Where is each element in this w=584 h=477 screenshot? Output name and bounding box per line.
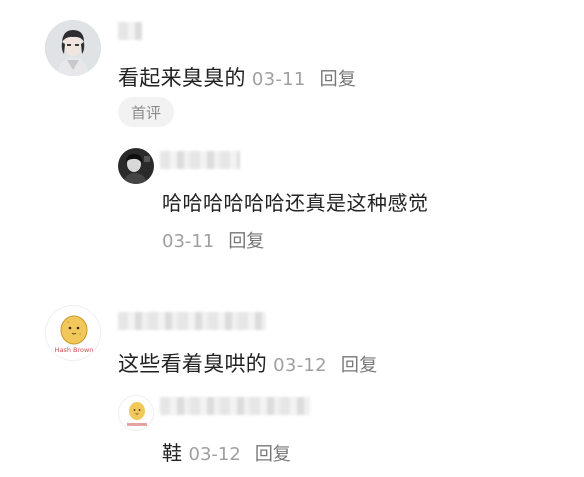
user-avatar[interactable] bbox=[45, 20, 101, 76]
username-blurred[interactable] bbox=[118, 312, 266, 330]
reply-meta: 03-11 回复 bbox=[156, 227, 264, 253]
first-comment-badge: 首评 bbox=[118, 97, 174, 127]
reply-content[interactable]: 鞋 03-12 回复 bbox=[162, 437, 291, 466]
reply-button[interactable]: 回复 bbox=[228, 231, 264, 252]
reply-date: 03-11 bbox=[162, 231, 215, 252]
reply-user-avatar[interactable] bbox=[118, 148, 154, 184]
comment-content[interactable]: 看起来臭臭的 03-11 回复 bbox=[118, 62, 356, 92]
reply-text: 鞋 bbox=[162, 441, 183, 465]
reply-date: 03-12 bbox=[188, 444, 241, 465]
hash-brown-caption: Hash Brown bbox=[55, 346, 94, 354]
potato-avatar-icon: Hash Brown bbox=[46, 306, 100, 360]
username-blurred[interactable] bbox=[118, 22, 142, 40]
user-avatar[interactable]: Hash Brown bbox=[45, 305, 101, 361]
reply-user-avatar[interactable] bbox=[118, 395, 154, 431]
comment-text: 看起来臭臭的 bbox=[118, 66, 246, 90]
reply-username-blurred[interactable] bbox=[160, 151, 240, 169]
comment-date: 03-12 bbox=[273, 355, 327, 376]
reply-username-blurred[interactable] bbox=[160, 397, 310, 415]
potato-avatar-icon bbox=[119, 396, 153, 430]
reply-button[interactable]: 回复 bbox=[341, 355, 378, 376]
comment-thread: 看起来臭臭的 03-11 回复 首评 哈哈哈哈哈哈还真是这种感觉 03-11 回复 H… bbox=[0, 0, 584, 477]
dark-portrait-avatar-icon bbox=[118, 148, 154, 184]
comment-content[interactable]: 这些看着臭哄的 03-12 回复 bbox=[118, 348, 378, 378]
anime-boy-avatar-icon bbox=[45, 20, 101, 76]
reply-button[interactable]: 回复 bbox=[255, 444, 291, 465]
comment-text: 这些看着臭哄的 bbox=[118, 352, 268, 376]
comment-date: 03-11 bbox=[251, 69, 306, 90]
reply-button[interactable]: 回复 bbox=[320, 69, 357, 90]
reply-text[interactable]: 哈哈哈哈哈哈还真是这种感觉 bbox=[162, 187, 429, 216]
